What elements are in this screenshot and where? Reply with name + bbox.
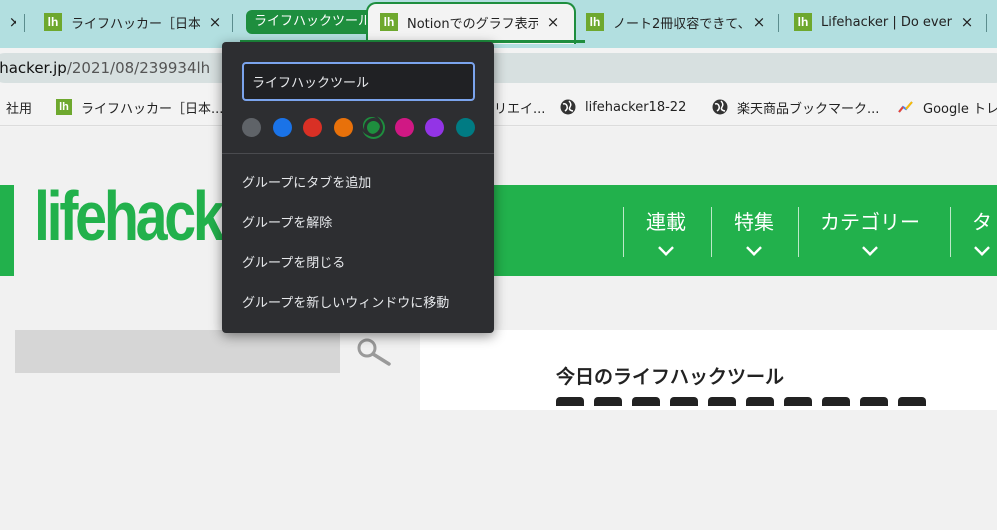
bookmark-rakuten[interactable]: 楽天商品ブックマーク... bbox=[712, 97, 879, 117]
lifehacker-favicon-icon: lh bbox=[44, 13, 62, 31]
close-icon[interactable]: × bbox=[544, 13, 562, 31]
group-color-picker bbox=[242, 115, 486, 137]
color-swatch-red[interactable] bbox=[303, 118, 322, 137]
close-icon[interactable]: × bbox=[206, 13, 224, 31]
nav-item-tag[interactable]: タ bbox=[972, 206, 992, 256]
color-swatch-green[interactable] bbox=[361, 115, 383, 137]
bookmark-label: 社用 bbox=[6, 101, 33, 117]
bookmark-label: 楽天商品ブックマーク... bbox=[737, 101, 880, 117]
nav-item-rensai[interactable]: 連載 bbox=[646, 206, 686, 256]
bookmark-shayou[interactable]: 社用 bbox=[6, 97, 32, 117]
tab-separator bbox=[986, 14, 987, 32]
globe-icon bbox=[560, 99, 576, 115]
tab-title: ノート2冊収容できて、 bbox=[613, 16, 744, 32]
tab-separator bbox=[232, 14, 233, 32]
tab-lifehacker-us[interactable]: lh Lifehacker | Do everything better × bbox=[794, 6, 976, 38]
logo-accent-bar bbox=[0, 185, 14, 276]
tab-separator bbox=[778, 14, 779, 32]
address-bar[interactable]: ehacker.jp/2021/08/239934lh bbox=[0, 53, 997, 83]
tab-group-menu: グループにタブを追加 グループを解除 グループを閉じる グループを新しいウィンド… bbox=[222, 42, 494, 333]
nav-separator bbox=[623, 207, 624, 257]
nav-separator bbox=[711, 207, 712, 257]
bookmark-lifehacker18-22[interactable]: lifehacker18-22 bbox=[560, 97, 686, 117]
tab-strip: × lh ライフハッカー［日本版］ × ライフハックツール lh Notionで… bbox=[0, 0, 997, 48]
bookmarks-bar: 社用 lh ライフハッカー［日本... リエイ... lifehacker18-… bbox=[0, 88, 997, 126]
bookmark-label: Google トレ bbox=[923, 101, 997, 117]
tab-title: Notionでのグラフ表示 bbox=[407, 16, 538, 32]
chevron-down-icon bbox=[862, 240, 878, 256]
nav-label: カテゴリー bbox=[820, 210, 920, 234]
bookmark-google-trends[interactable]: Google トレ bbox=[898, 97, 997, 117]
nav-item-category[interactable]: カテゴリー bbox=[820, 206, 920, 256]
url-path: /2021/08/239934lh bbox=[66, 59, 211, 77]
url-text[interactable]: ehacker.jp/2021/08/239934lh bbox=[0, 59, 210, 77]
tab-title: Lifehacker | Do everything better bbox=[821, 14, 952, 30]
close-icon[interactable]: × bbox=[958, 13, 976, 31]
lifehacker-favicon-icon: lh bbox=[380, 13, 398, 31]
nav-separator bbox=[798, 207, 799, 257]
tab-lifehacker-jp[interactable]: lh ライフハッカー［日本版］ × bbox=[44, 6, 224, 38]
color-swatch-blue[interactable] bbox=[272, 118, 292, 137]
search-icon[interactable] bbox=[356, 337, 392, 367]
tab-close-partial[interactable]: × bbox=[0, 6, 16, 38]
bookmark-label: ライフハッカー［日本... bbox=[81, 101, 224, 117]
nav-label: タ bbox=[972, 210, 992, 234]
chevron-down-icon bbox=[974, 240, 990, 256]
site-search-input[interactable] bbox=[15, 330, 340, 373]
menu-divider bbox=[222, 153, 494, 154]
group-name-input[interactable] bbox=[242, 62, 475, 101]
article-title-cut bbox=[556, 392, 976, 406]
tab-title: ライフハッカー［日本版］ bbox=[71, 16, 200, 32]
nav-item-tokushu[interactable]: 特集 bbox=[734, 206, 774, 256]
card-heading: 今日のライフハックツール bbox=[556, 366, 785, 388]
bookmark-lifehacker-jp[interactable]: lh ライフハッカー［日本... bbox=[56, 97, 223, 117]
lifehacker-favicon-icon: lh bbox=[794, 13, 812, 31]
nav-label: 特集 bbox=[734, 210, 774, 234]
menu-item-add-tab[interactable]: グループにタブを追加 bbox=[242, 169, 482, 199]
bookmark-creative[interactable]: リエイ... bbox=[494, 97, 545, 117]
lifehacker-favicon-icon: lh bbox=[586, 13, 604, 31]
close-icon[interactable]: × bbox=[6, 13, 16, 31]
lifehacker-favicon-icon: lh bbox=[56, 99, 72, 115]
color-swatch-grey[interactable] bbox=[242, 118, 261, 137]
close-icon[interactable]: × bbox=[750, 13, 768, 31]
menu-item-ungroup[interactable]: グループを解除 bbox=[242, 209, 482, 239]
bookmark-label: lifehacker18-22 bbox=[585, 99, 687, 115]
tab-separator bbox=[24, 14, 25, 32]
menu-item-close-group[interactable]: グループを閉じる bbox=[242, 249, 482, 279]
toolbar: ehacker.jp/2021/08/239934lh bbox=[0, 48, 997, 88]
nav-label: 連載 bbox=[646, 210, 686, 234]
globe-icon bbox=[712, 99, 728, 115]
menu-item-move-to-window[interactable]: グループを新しいウィンドウに移動 bbox=[242, 289, 482, 319]
url-host: ehacker.jp bbox=[0, 59, 67, 77]
tab-notion-graph[interactable]: lh Notionでのグラフ表示 × bbox=[380, 6, 562, 38]
tab-notebook[interactable]: lh ノート2冊収容できて、 × bbox=[586, 6, 768, 38]
color-swatch-cyan[interactable] bbox=[455, 118, 475, 137]
trends-icon bbox=[898, 101, 913, 113]
chevron-down-icon bbox=[746, 240, 762, 256]
bookmark-label: リエイ... bbox=[494, 101, 546, 117]
color-swatch-pink[interactable] bbox=[394, 118, 414, 137]
tab-group-chip[interactable]: ライフハックツール bbox=[246, 10, 380, 34]
chevron-down-icon bbox=[658, 240, 674, 256]
color-swatch-purple[interactable] bbox=[425, 118, 444, 137]
nav-separator bbox=[950, 207, 951, 257]
color-swatch-orange[interactable] bbox=[333, 118, 353, 137]
